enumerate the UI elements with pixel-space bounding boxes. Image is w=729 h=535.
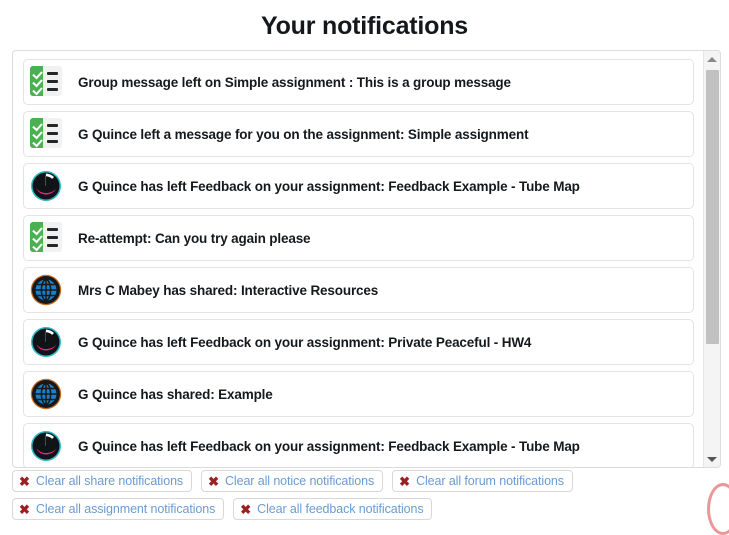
notification-icon-wrap	[30, 326, 64, 358]
decorative-red-arc	[707, 483, 729, 535]
feedback-icon	[30, 430, 64, 467]
clear-button-label: Clear all notice notifications	[225, 474, 375, 488]
notification-icon-wrap	[30, 430, 64, 462]
checklist-icon	[30, 222, 62, 252]
notification-text: G Quince has left Feedback on your assig…	[78, 178, 580, 194]
notification-row[interactable]: G Quince has left Feedback on your assig…	[23, 319, 694, 365]
close-x-icon: ✖	[240, 501, 252, 517]
notification-icon-wrap	[30, 222, 64, 254]
notification-row[interactable]: G Quince has left Feedback on your assig…	[23, 423, 694, 467]
clear-notice-notifications-button[interactable]: ✖ Clear all notice notifications	[201, 470, 384, 492]
scroll-down-arrow-icon[interactable]	[704, 451, 720, 467]
notification-row[interactable]: G Quince has left Feedback on your assig…	[23, 163, 694, 209]
notification-text: Mrs C Mabey has shared: Interactive Reso…	[78, 282, 379, 298]
notification-row[interactable]: Group message left on Simple assignment …	[23, 59, 694, 105]
clear-buttons-row-2: ✖ Clear all assignment notifications ✖ Clea…	[12, 498, 712, 520]
notification-icon-wrap	[30, 378, 64, 410]
notification-icon-wrap	[30, 66, 64, 98]
clear-button-label: Clear all share notifications	[35, 474, 184, 488]
clear-feedback-notifications-button[interactable]: ✖ Clear all feedback notifications	[233, 498, 433, 520]
notification-row[interactable]: Mrs C Mabey has shared: Interactive Reso…	[23, 267, 694, 313]
notification-text: Group message left on Simple assignment …	[78, 74, 511, 90]
notifications-list: Group message left on Simple assignment …	[13, 51, 704, 467]
globe-icon	[30, 274, 64, 311]
notification-row[interactable]: G Quince has shared: Example	[23, 371, 694, 417]
notifications-scroll-panel: Group message left on Simple assignment …	[12, 50, 721, 468]
clear-button-label: Clear all feedback notifications	[257, 502, 424, 516]
scroll-up-arrow-icon[interactable]	[704, 51, 720, 67]
notification-icon-wrap	[30, 274, 64, 306]
close-x-icon: ✖	[19, 473, 30, 489]
feedback-icon	[30, 170, 64, 207]
notification-text: Re-attempt: Can you try again please	[78, 230, 311, 246]
clear-assignment-notifications-button[interactable]: ✖ Clear all assignment notifications	[12, 498, 225, 520]
notification-icon-wrap	[30, 118, 64, 150]
notification-text: G Quince has left Feedback on your assig…	[78, 438, 580, 454]
vertical-scrollbar[interactable]	[703, 51, 720, 467]
notification-icon-wrap	[30, 170, 64, 202]
chevron-down-icon	[707, 456, 717, 462]
clear-share-notifications-button[interactable]: ✖ Clear all share notifications	[12, 470, 193, 492]
page-title: Your notifications	[260, 12, 469, 40]
clear-button-label: Clear all assignment notifications	[35, 502, 216, 516]
globe-icon	[30, 378, 64, 415]
close-x-icon: ✖	[208, 473, 219, 489]
chevron-up-icon	[707, 56, 717, 62]
clear-forum-notifications-button[interactable]: ✖ Clear all forum notifications	[392, 470, 573, 492]
checklist-icon	[30, 66, 62, 96]
notification-text: G Quince left a message for you on the a…	[78, 126, 529, 142]
notification-row[interactable]: G Quince left a message for you on the a…	[23, 111, 694, 157]
scrollbar-thumb[interactable]	[706, 70, 719, 344]
notification-text: G Quince has shared: Example	[78, 386, 273, 402]
checklist-icon	[30, 118, 62, 148]
notification-text: G Quince has left Feedback on your assig…	[78, 334, 532, 350]
clear-buttons-area: ✖ Clear all share notifications ✖ Clear all…	[12, 470, 712, 526]
notification-row[interactable]: Re-attempt: Can you try again please	[23, 215, 694, 261]
close-x-icon: ✖	[399, 473, 411, 489]
clear-button-label: Clear all forum notifications	[416, 474, 564, 488]
feedback-icon	[30, 326, 64, 363]
close-x-icon: ✖	[19, 501, 30, 517]
clear-buttons-row-1: ✖ Clear all share notifications ✖ Clear all…	[12, 470, 712, 492]
